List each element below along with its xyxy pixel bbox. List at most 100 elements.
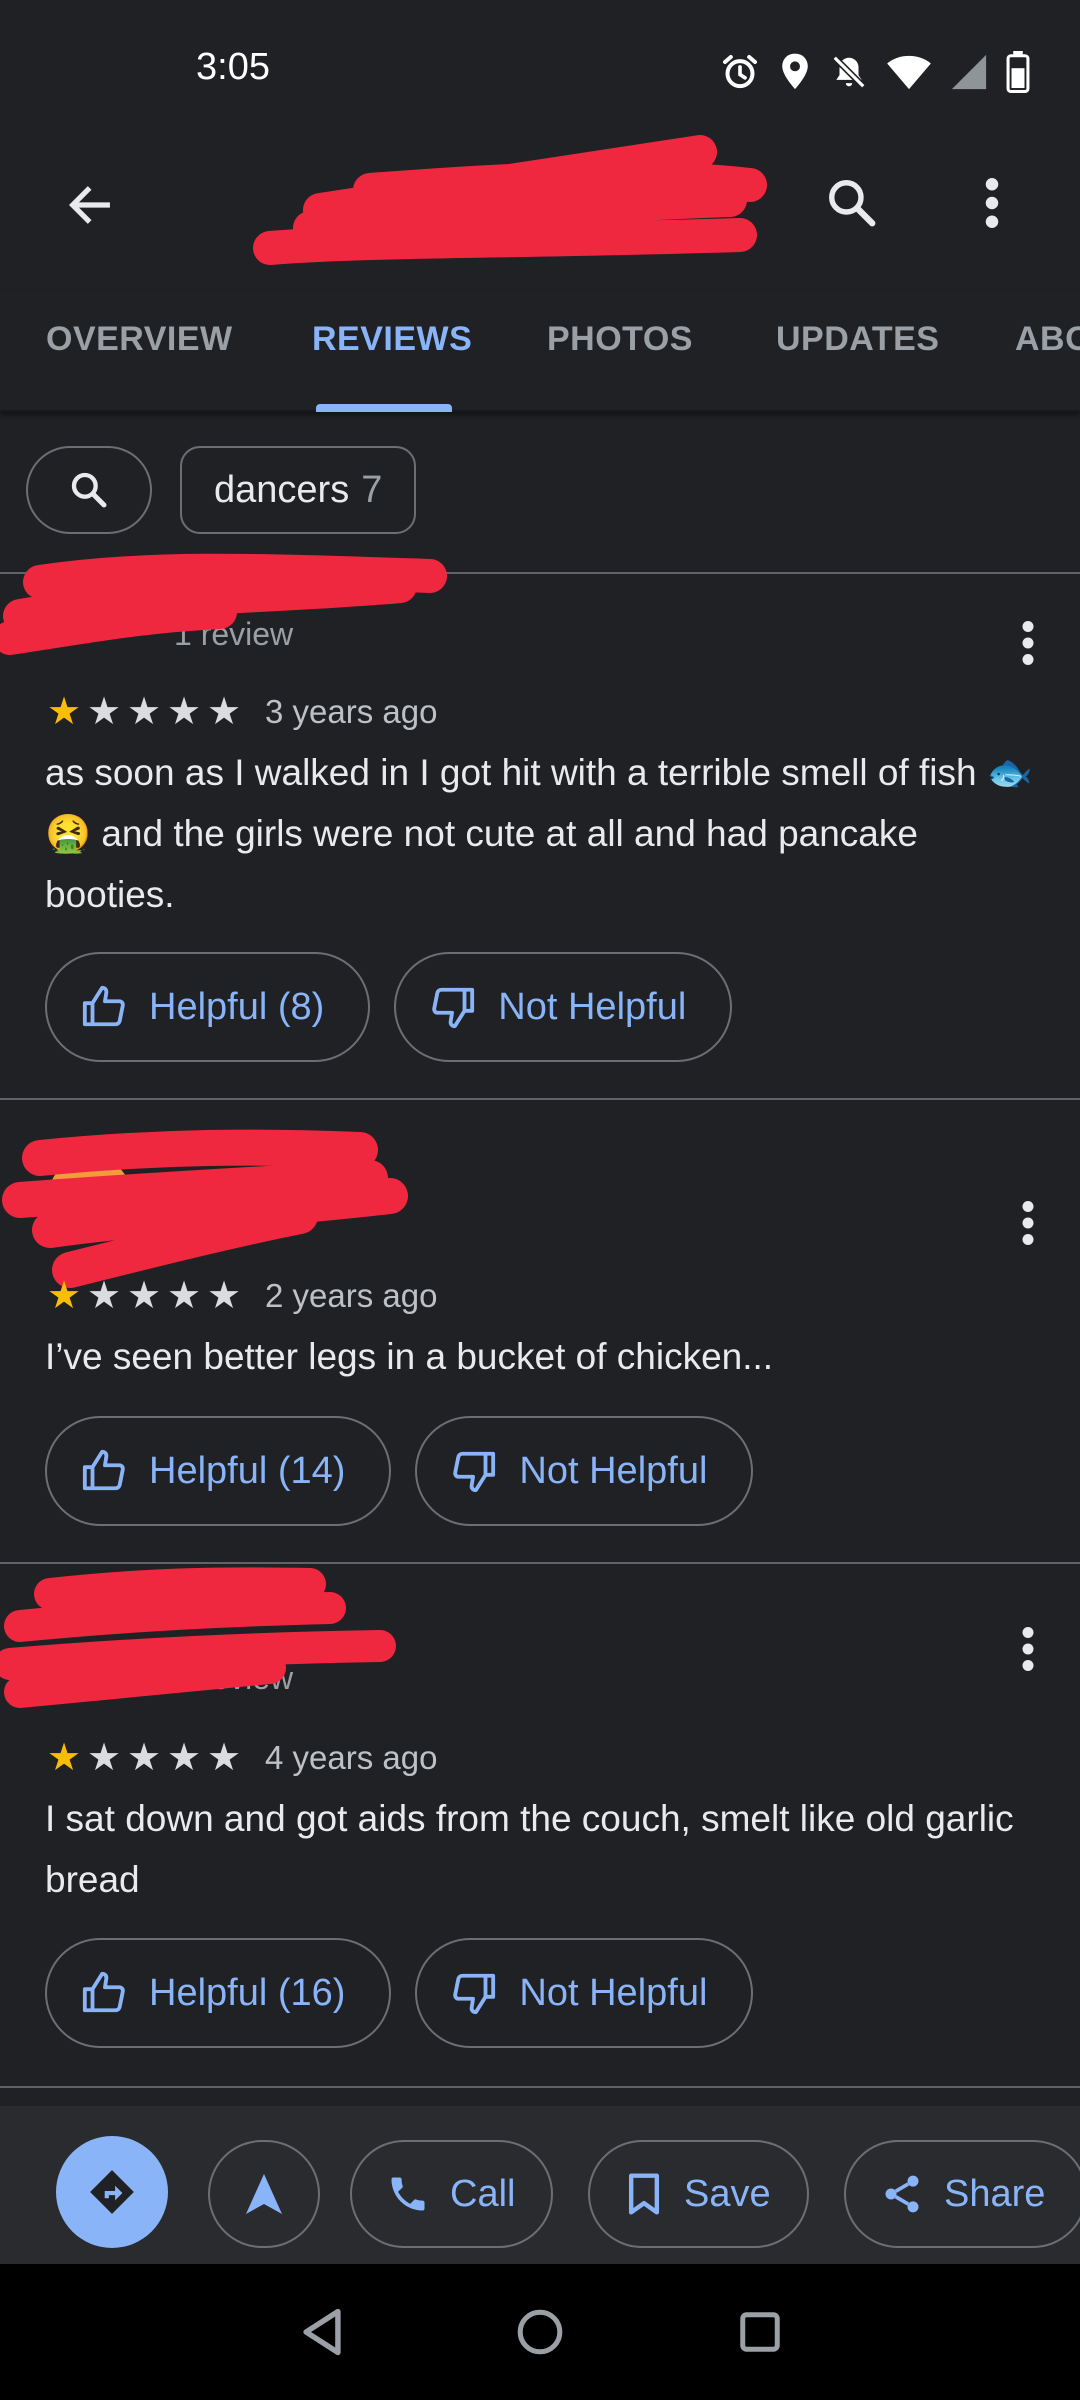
thumb-down-icon — [453, 1451, 496, 1493]
save-button[interactable]: Save — [588, 2140, 809, 2248]
place-name-redaction — [253, 135, 767, 265]
signal-icon — [951, 54, 987, 90]
star-filled-icon: ★ — [46, 1275, 82, 1317]
star-filled-icon: ★ — [46, 1737, 82, 1779]
maps-reviews-screen: 3:05 OVERVIEW REVIEWS PHOTOS UPDATES ABO — [0, 0, 1080, 2400]
star-empty-icon: ★ — [86, 691, 122, 733]
review-more-button[interactable] — [1000, 1188, 1056, 1258]
star-rating: ★ ★ ★ ★ ★ — [45, 692, 243, 732]
more-vert-icon — [985, 178, 999, 228]
review-more-button[interactable] — [1000, 1614, 1056, 1684]
search-icon — [71, 472, 107, 508]
helpful-label: Helpful (14) — [149, 1449, 346, 1492]
review-actions: Helpful (8) Not Helpful — [45, 952, 733, 1062]
phone-icon — [391, 2177, 425, 2211]
star-empty-icon: ★ — [206, 691, 242, 733]
thumb-down-icon — [453, 1973, 496, 2015]
thumb-up-icon — [82, 985, 125, 1027]
search-button[interactable] — [812, 163, 892, 243]
star-rating: ★ ★ ★ ★ ★ — [45, 1738, 243, 1778]
reviewer-name-redaction — [2, 1129, 408, 1288]
share-label: Share — [944, 2172, 1046, 2215]
wifi-icon — [887, 55, 931, 90]
nav-recents-icon — [740, 2312, 780, 2352]
status-icons — [720, 50, 1030, 94]
not-helpful-button[interactable]: Not Helpful — [415, 1416, 754, 1526]
nav-home-button[interactable] — [508, 2300, 572, 2364]
nav-back-icon — [303, 2308, 341, 2356]
rating-row: ★ ★ ★ ★ ★ 4 years ago — [45, 1738, 438, 1778]
review-text: I’ve seen better legs in a bucket of chi… — [45, 1336, 774, 1377]
nav-back-button[interactable] — [290, 2300, 354, 2364]
not-helpful-label: Not Helpful — [519, 1449, 708, 1492]
topic-chip-dancers[interactable]: dancers 7 — [180, 446, 417, 534]
more-options-button[interactable] — [952, 163, 1032, 243]
star-empty-icon: ★ — [126, 1275, 162, 1317]
tab-photos[interactable]: PHOTOS — [547, 320, 693, 359]
reviewer-name-redaction — [0, 553, 447, 655]
not-helpful-label: Not Helpful — [519, 1971, 708, 2014]
more-vert-icon — [1022, 1201, 1034, 1245]
notifications-off-icon — [832, 55, 866, 89]
rating-row: ★ ★ ★ ★ ★ 3 years ago — [45, 692, 438, 732]
tab-overview[interactable]: OVERVIEW — [46, 320, 233, 359]
nav-home-icon — [517, 2309, 563, 2355]
bookmark-icon — [628, 2173, 660, 2215]
star-empty-icon: ★ — [206, 1737, 242, 1779]
battery-icon — [1006, 51, 1030, 93]
star-empty-icon: ★ — [126, 1737, 162, 1779]
search-reviews-chip[interactable] — [26, 446, 152, 534]
arrow-back-icon — [68, 186, 110, 224]
thumb-down-icon — [432, 987, 475, 1029]
star-filled-icon: ★ — [46, 691, 82, 733]
review-time: 4 years ago — [265, 1739, 438, 1776]
location-icon — [782, 53, 808, 89]
status-time: 3:05 — [196, 46, 270, 88]
helpful-button[interactable]: Helpful (14) — [45, 1416, 392, 1526]
helpful-label: Helpful (8) — [149, 985, 325, 1028]
not-helpful-button[interactable]: Not Helpful — [394, 952, 733, 1062]
star-empty-icon: ★ — [206, 1275, 242, 1317]
status-bar: 3:05 — [0, 0, 1080, 120]
directions-button[interactable] — [56, 2136, 168, 2248]
place-action-bar: Call Save Share — [0, 2106, 1080, 2264]
star-empty-icon: ★ — [166, 1275, 202, 1317]
helpful-button[interactable]: Helpful (8) — [45, 952, 371, 1062]
reviewer-name-redaction — [0, 1567, 396, 1708]
top-app-bar — [0, 120, 1080, 290]
tab-updates[interactable]: UPDATES — [776, 320, 939, 359]
review-time: 3 years ago — [265, 693, 438, 730]
review-card: 1 review ★ ★ ★ ★ ★ 4 years ago I sat dow… — [0, 1564, 1080, 2088]
star-empty-icon: ★ — [126, 691, 162, 733]
thumb-up-icon — [82, 1971, 125, 2013]
more-vert-icon — [1022, 621, 1034, 665]
tab-reviews[interactable]: REVIEWS — [312, 320, 472, 359]
star-empty-icon: ★ — [86, 1737, 122, 1779]
back-button[interactable] — [50, 165, 130, 245]
alarm-icon — [723, 55, 757, 89]
review-more-button[interactable] — [1000, 608, 1056, 678]
not-helpful-button[interactable]: Not Helpful — [415, 1938, 754, 2048]
search-icon — [829, 180, 876, 227]
share-icon — [885, 2175, 919, 2213]
review-actions: Helpful (16) Not Helpful — [45, 1938, 754, 2048]
review-card: views ★ ★ ★ ★ ★ 2 years ago I’ve seen be… — [0, 1100, 1080, 1564]
chip-count: 7 — [361, 468, 383, 511]
rating-row: ★ ★ ★ ★ ★ 2 years ago — [45, 1275, 438, 1317]
call-button[interactable]: Call — [350, 2140, 554, 2248]
active-tab-indicator — [316, 404, 452, 412]
more-vert-icon — [1022, 1627, 1034, 1671]
start-navigation-button[interactable] — [208, 2140, 320, 2248]
share-button[interactable]: Share — [844, 2140, 1080, 2248]
directions-icon — [90, 2170, 134, 2214]
review-card: 1 review ★ ★ ★ ★ ★ 3 years ago as soon a… — [0, 553, 1080, 1100]
helpful-button[interactable]: Helpful (16) — [45, 1938, 392, 2048]
tab-bar: OVERVIEW REVIEWS PHOTOS UPDATES ABOUT — [0, 290, 1080, 412]
save-label: Save — [684, 2172, 771, 2215]
star-empty-icon: ★ — [86, 1275, 122, 1317]
review-text: as soon as I walked in I got hit with a … — [45, 752, 1033, 915]
tab-about[interactable]: ABOUT — [1015, 320, 1080, 359]
not-helpful-label: Not Helpful — [498, 985, 687, 1028]
review-text: I sat down and got aids from the couch, … — [45, 1798, 1014, 1900]
nav-recents-button[interactable] — [728, 2300, 792, 2364]
